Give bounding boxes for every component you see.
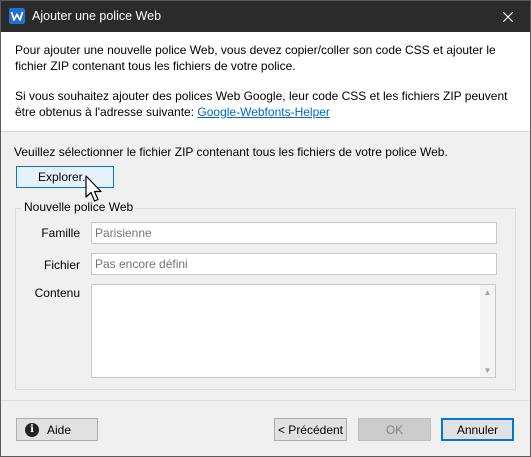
- info-panel: Pour ajouter une nouvelle police Web, vo…: [1, 32, 530, 132]
- google-webfonts-helper-link[interactable]: Google-Webfonts-Helper: [197, 105, 330, 119]
- content-textarea[interactable]: ▲ ▼: [91, 284, 496, 378]
- cancel-button[interactable]: Annuler: [441, 418, 514, 441]
- content-label: Contenu: [34, 286, 80, 300]
- title-bar[interactable]: Ajouter une police Web: [1, 1, 530, 32]
- info-paragraph-1: Pour ajouter une nouvelle police Web, vo…: [15, 43, 496, 73]
- family-field[interactable]: [91, 222, 497, 244]
- file-label: Fichier: [43, 258, 80, 272]
- help-button[interactable]: i Aide: [16, 418, 98, 441]
- ok-button[interactable]: OK: [358, 418, 431, 441]
- group-legend: Nouvelle police Web: [22, 200, 136, 214]
- info-icon: i: [25, 422, 39, 437]
- close-icon: [503, 11, 513, 22]
- file-field[interactable]: [91, 253, 497, 275]
- family-label: Famille: [41, 226, 80, 240]
- instruction-text: Veuillez sélectionner le fichier ZIP con…: [14, 145, 448, 159]
- content-scrollbar[interactable]: ▲ ▼: [480, 285, 495, 377]
- dialog-window: Ajouter une police Web Pour ajouter une …: [0, 0, 531, 457]
- mouse-cursor-icon: [85, 175, 102, 202]
- help-button-label: Aide: [47, 422, 72, 437]
- footer-divider: [1, 400, 530, 401]
- window-title: Ajouter une police Web: [32, 9, 162, 23]
- close-button[interactable]: [486, 1, 530, 32]
- info-paragraph-2: Si vous souhaitez ajouter des polices We…: [15, 89, 515, 120]
- scroll-up-icon[interactable]: ▲: [480, 285, 495, 299]
- scroll-down-icon[interactable]: ▼: [480, 363, 495, 377]
- previous-button[interactable]: < Précédent: [274, 418, 347, 441]
- app-logo-icon: [9, 8, 25, 24]
